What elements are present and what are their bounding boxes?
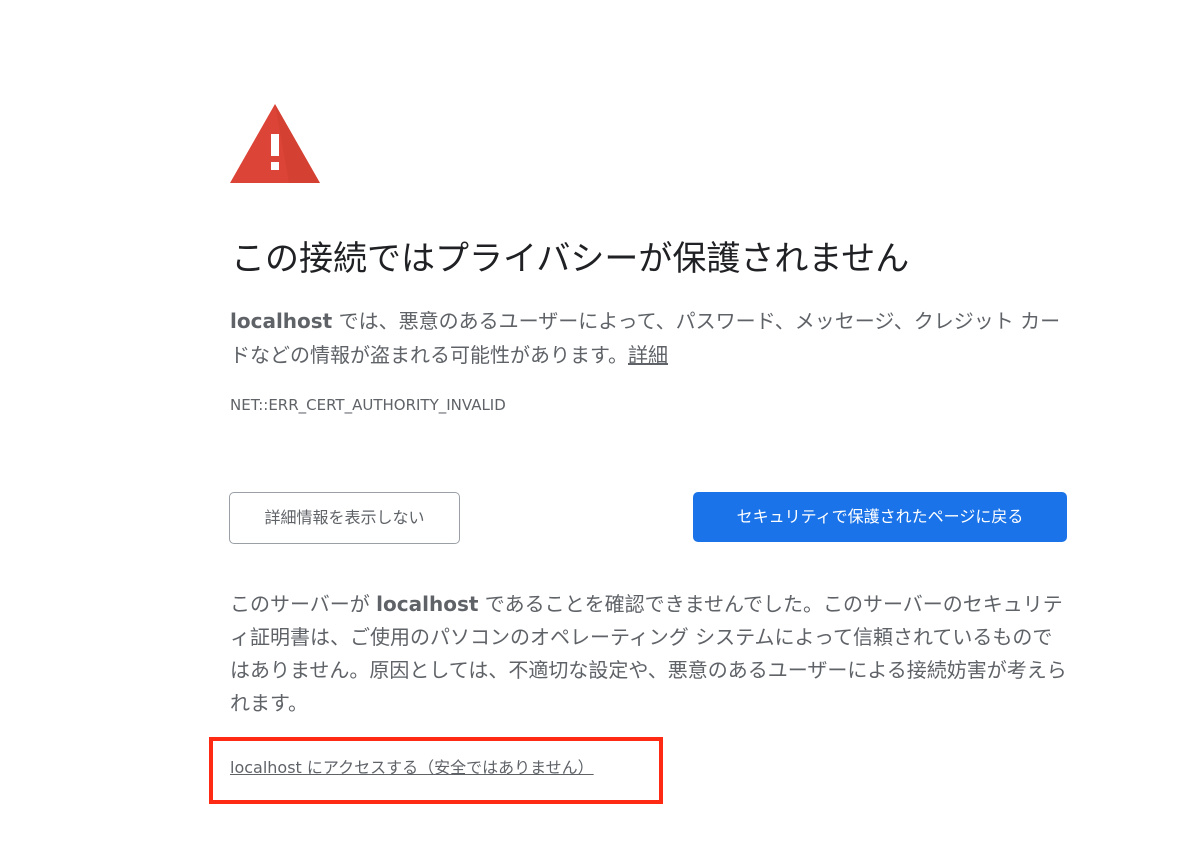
- learn-more-link[interactable]: 詳細: [628, 343, 668, 367]
- details-explanation: このサーバーが localhost であることを確認できませんでした。このサーバ…: [230, 588, 1070, 720]
- hide-details-button[interactable]: 詳細情報を表示しない: [229, 492, 460, 544]
- warning-triangle-icon: [230, 104, 320, 183]
- back-to-safety-button[interactable]: セキュリティで保護されたページに戻る: [693, 492, 1067, 542]
- page-title: この接続ではプライバシーが保護されません: [231, 239, 910, 279]
- security-interstitial-page: この接続ではプライバシーが保護されません localhost では、悪意のあるユ…: [0, 0, 1200, 857]
- summary-host: localhost: [230, 309, 333, 333]
- warning-summary: localhost では、悪意のあるユーザーによって、パスワード、メッセージ、ク…: [230, 304, 1070, 372]
- proceed-unsafe-link[interactable]: localhost にアクセスする（安全ではありません）: [230, 756, 594, 780]
- error-code: NET::ERR_CERT_AUTHORITY_INVALID: [230, 396, 506, 414]
- details-prefix: このサーバーが: [230, 592, 377, 616]
- details-host: localhost: [376, 592, 479, 616]
